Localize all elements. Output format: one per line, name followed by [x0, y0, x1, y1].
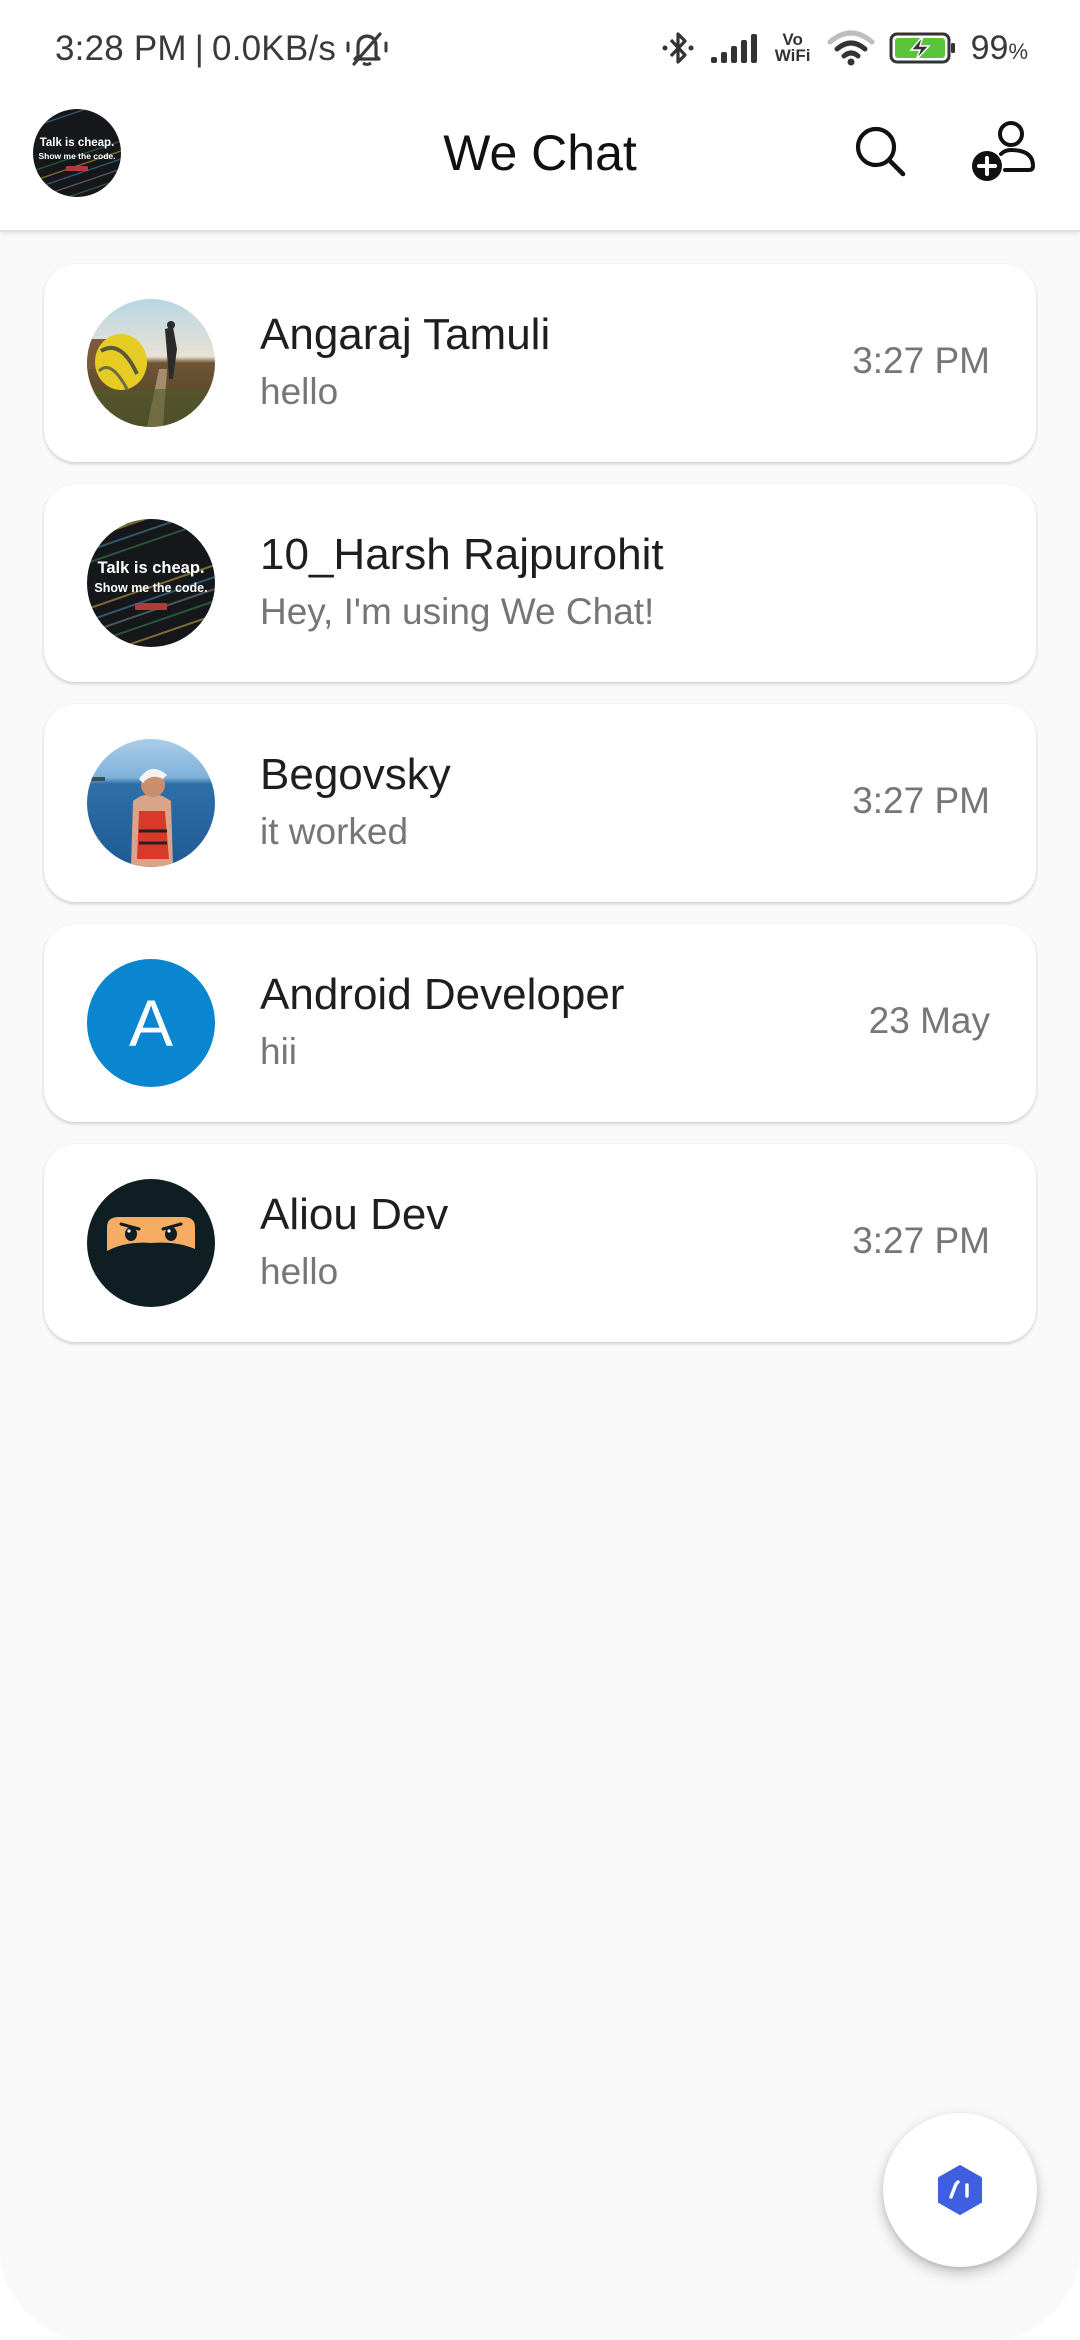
status-time: 3:28 PM	[55, 29, 187, 68]
bell-muted-icon	[346, 32, 388, 66]
search-button[interactable]	[843, 114, 919, 190]
ai-assistant-hexagon-icon	[938, 2165, 982, 2215]
chat-name: Angaraj Tamuli	[260, 310, 551, 359]
chat-last-message: hello	[260, 1251, 339, 1292]
network-speed: 0.0KB/s	[212, 29, 337, 68]
battery-percent-suffix: %	[1008, 38, 1028, 64]
add-user-button[interactable]	[965, 114, 1041, 190]
chat-name: Begovsky	[260, 750, 451, 799]
chat-name: Android Developer	[260, 970, 625, 1019]
chat-avatar	[87, 299, 215, 427]
chat-time: 3:27 PM	[852, 780, 990, 821]
chat-list-item[interactable]: Aliou Dev hello 3:27 PM	[44, 1144, 1036, 1342]
avatar-photo-sea-kayak	[87, 739, 215, 867]
status-separator: |	[194, 29, 205, 68]
chat-avatar	[87, 739, 215, 867]
chat-list-item[interactable]: Begovsky it worked 3:27 PM	[44, 704, 1036, 902]
avatar-letter: A	[128, 986, 174, 1060]
status-bar: 3:28 PM | 0.0KB/s Vo WiFi 99%	[0, 0, 1080, 96]
battery-charging-icon	[889, 32, 955, 64]
chat-last-message: Hey, I'm using We Chat!	[260, 591, 655, 632]
battery-percent: 99%	[971, 29, 1028, 68]
chat-last-message: it worked	[260, 811, 409, 852]
avatar-text-line2: Show me the code.	[94, 581, 207, 595]
search-icon	[855, 126, 906, 177]
screen: 3:28 PM | 0.0KB/s Vo WiFi 99% Talk is ch…	[0, 0, 1080, 2340]
avatar-text-line1: Talk is cheap.	[98, 559, 205, 577]
bluetooth-icon	[662, 32, 694, 64]
vowifi-icon: Vo WiFi	[773, 31, 813, 65]
chat-name: Aliou Dev	[260, 1190, 449, 1239]
add-user-icon	[972, 121, 1035, 181]
signal-icon	[710, 34, 757, 63]
chat-avatar: Talk is cheap. Show me the code.	[87, 519, 215, 647]
wifi-icon	[827, 30, 875, 66]
chat-last-message: hii	[260, 1031, 298, 1072]
avatar-photo-talk-is-cheap: Talk is cheap. Show me the code.	[87, 519, 215, 647]
chat-time: 23 May	[868, 1000, 990, 1041]
avatar-photo-tennis-ball	[87, 299, 215, 427]
chat-time: 3:27 PM	[852, 340, 990, 381]
vowifi-bottom: WiFi	[774, 46, 811, 65]
chat-avatar	[87, 1179, 215, 1307]
ai-assistant-fab[interactable]	[883, 2113, 1037, 2267]
chat-list-item[interactable]: Talk is cheap. Show me the code. 10_Hars…	[44, 484, 1036, 682]
chat-list-item[interactable]: Angaraj Tamuli hello 3:27 PM	[44, 264, 1036, 462]
status-right: Vo WiFi 99%	[647, 24, 1028, 72]
chat-last-message: hello	[260, 371, 339, 412]
app-bar: Talk is cheap. Show me the code. We Chat	[0, 96, 1080, 232]
avatar-ninja-illustration	[87, 1179, 215, 1307]
chat-list-item[interactable]: A Android Developer hii 23 May	[44, 924, 1036, 1122]
chat-list: Angaraj Tamuli hello 3:27 PM Talk is che…	[44, 264, 1036, 1364]
chat-time: 3:27 PM	[852, 1220, 990, 1261]
chat-avatar: A	[87, 959, 215, 1087]
chat-name: 10_Harsh Rajpurohit	[260, 530, 664, 579]
status-left: 3:28 PM | 0.0KB/s	[55, 26, 390, 72]
battery-percent-value: 99	[970, 28, 1009, 67]
